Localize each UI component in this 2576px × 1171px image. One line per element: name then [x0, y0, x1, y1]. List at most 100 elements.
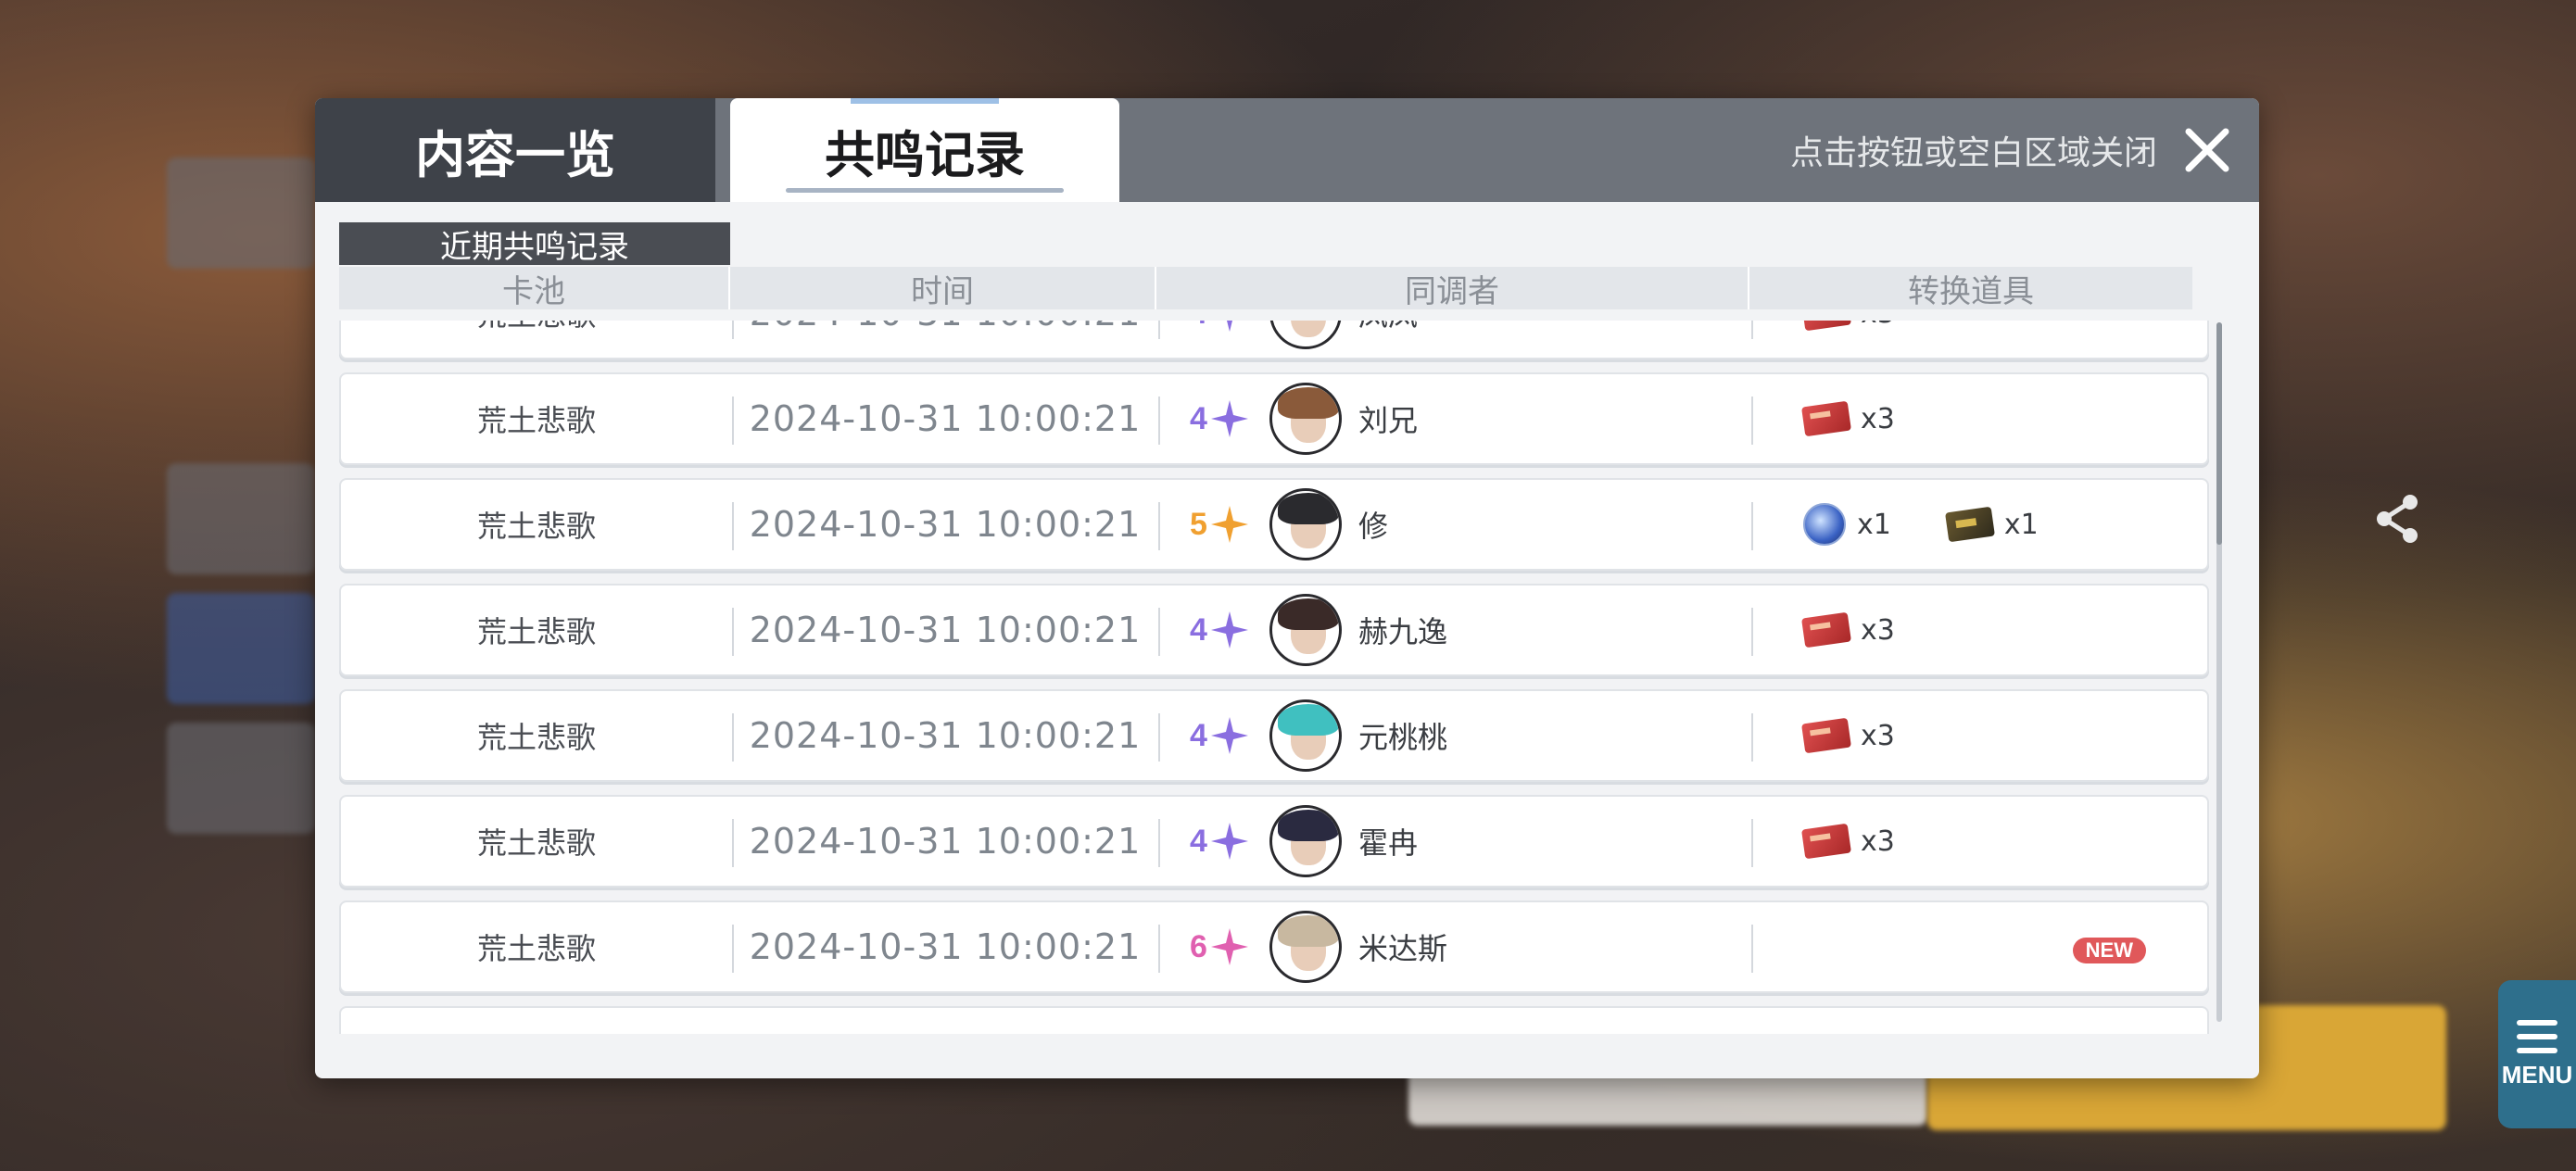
record-time: 2024-10-31 10:00:21 [749, 610, 1142, 650]
pool-name: 荒土悲歌 [476, 509, 596, 544]
rarity-value: 6 [1190, 928, 1207, 964]
red-ticket-icon [1801, 400, 1851, 437]
pool-name: 荒土悲歌 [476, 825, 596, 861]
record-row: 荒土悲歌 2024-10-31 10:00:21 5 修 x1 x1 [339, 478, 2209, 571]
rarity: 4 [1190, 398, 1264, 439]
record-row: 荒土悲歌 2024-10-31 10:00:21 4 元桃桃 x3 [339, 689, 2209, 782]
character-cell: 4 刘兄 [1158, 374, 1751, 463]
background-card [167, 463, 315, 574]
rarity: 5 [1190, 504, 1264, 545]
record-list[interactable]: 荒土悲歌 2024-10-31 10:00:21 4 凤凤 x3 荒土悲歌 20… [339, 321, 2226, 1034]
record-row: 荒土悲歌 2024-10-31 10:00:21 6 米达斯 NEW [339, 900, 2209, 993]
item-quantity: x3 [1861, 825, 1895, 858]
menu-label: MENU [2501, 1060, 2573, 1089]
tab-content-overview[interactable]: 内容一览 [315, 98, 715, 202]
item-quantity: x1 [1857, 508, 1891, 541]
red-ticket-icon [1801, 717, 1851, 754]
avatar [1269, 383, 1342, 455]
avatar [1269, 805, 1342, 877]
column-header-character: 同调者 [1156, 267, 1749, 310]
blue-gem-icon [1803, 503, 1846, 546]
item-quantity: x1 [2003, 508, 2039, 541]
star-icon [1210, 506, 1248, 543]
new-badge: NEW [2072, 938, 2146, 963]
star-icon [1210, 823, 1248, 860]
character-name: 米达斯 [1358, 931, 1448, 966]
character-cell: 4 凤凤 [1158, 321, 1751, 358]
menu-icon [2517, 1019, 2557, 1053]
pool-name: 荒土悲歌 [476, 720, 596, 755]
record-row: 荒土悲歌 2024-10-31 10:00:21 4 凤凤 x3 [339, 321, 2209, 359]
character-cell: 6 米达斯 [1158, 902, 1751, 991]
pool-name: 荒土悲歌 [341, 321, 732, 358]
character-name: 刘兄 [1358, 403, 1419, 438]
star-icon [1210, 400, 1248, 437]
avatar [1269, 488, 1342, 560]
character-cell: 5 修 [1158, 480, 1751, 569]
record-time: 2024-10-31 10:00:21 [749, 926, 1142, 967]
character-name: 修 [1358, 509, 1389, 544]
background-card [167, 593, 315, 704]
background-card [167, 157, 315, 269]
rarity-value: 4 [1190, 823, 1207, 859]
character-name: 霍冉 [1358, 825, 1419, 861]
column-header-time: 时间 [730, 267, 1156, 310]
character-name: 凤凤 [1358, 321, 1418, 334]
resonance-record-dialog: 内容一览 共鸣记录 点击按钮或空白区域关闭 近期共鸣记录 卡池 时间 同调者 转… [315, 98, 2259, 1078]
share-icon[interactable] [2368, 489, 2427, 548]
pool-name: 荒土悲歌 [476, 614, 596, 649]
items-cell: x1 x1 [1751, 480, 2209, 569]
record-time: 2024-10-31 10:00:21 [749, 398, 1142, 439]
tab-underline [786, 188, 1064, 193]
red-ticket-icon [1801, 823, 1851, 860]
items-cell: x3 [1751, 374, 2209, 463]
record-row: 荒土悲歌 2024-10-31 10:00:21 4 赫九逸 x3 [339, 584, 2209, 676]
pool-name: 荒土悲歌 [476, 931, 596, 966]
record-time: 2024-10-31 10:00:21 [732, 321, 1158, 358]
dialog-header: 内容一览 共鸣记录 点击按钮或空白区域关闭 [315, 98, 2259, 202]
character-cell: 4 赫九逸 [1158, 586, 1751, 674]
scrollbar[interactable] [2216, 322, 2222, 1022]
record-time: 2024-10-31 10:00:21 [749, 504, 1142, 545]
rarity: 4 [1190, 821, 1264, 862]
section-label: 近期共鸣记录 [339, 222, 730, 266]
tab-resonance-record[interactable]: 共鸣记录 [730, 98, 1119, 202]
column-header-items: 转换道具 [1908, 272, 2034, 310]
character-cell: 4 元桃桃 [1158, 691, 1751, 780]
menu-button[interactable]: MENU [2498, 980, 2576, 1128]
close-icon[interactable] [2181, 124, 2233, 176]
star-icon [1210, 928, 1248, 965]
item-quantity: x3 [1861, 613, 1895, 647]
character-name: 元桃桃 [1358, 720, 1448, 755]
star-icon [1210, 717, 1248, 754]
rarity: 6 [1190, 926, 1264, 967]
record-time: 2024-10-31 10:00:21 [749, 821, 1142, 862]
rarity: 4 [1190, 610, 1264, 650]
rarity-value: 5 [1190, 506, 1207, 542]
avatar [1269, 911, 1342, 983]
rarity: 4 [1190, 321, 1264, 334]
gold-ticket-icon [1944, 506, 1995, 543]
item-quantity: x3 [1861, 321, 1895, 330]
rarity-value: 4 [1190, 321, 1207, 332]
items-cell: x3 [1751, 691, 2209, 780]
character-cell: 4 霍冉 [1158, 797, 1751, 886]
star-icon [1226, 321, 1232, 332]
rarity-value: 4 [1190, 400, 1207, 436]
tab-active-indicator [851, 98, 999, 104]
scrollbar-thumb[interactable] [2216, 322, 2222, 545]
items-cell: x3 [1751, 321, 2209, 358]
item-quantity: x3 [1861, 719, 1895, 752]
tab-label: 内容一览 [415, 124, 615, 184]
close-hint: 点击按钮或空白区域关闭 [1789, 134, 2157, 172]
items-cell: x3 [1751, 586, 2209, 674]
record-row: 荒土悲歌 2024-10-31 10:00:21 4 霍冉 x3 [339, 795, 2209, 888]
column-header-pool: 卡池 [339, 267, 730, 310]
record-row [339, 1006, 2209, 1034]
rarity-value: 4 [1190, 717, 1207, 753]
avatar [1269, 321, 1342, 349]
items-cell: x3 [1751, 797, 2209, 886]
red-ticket-icon [1801, 611, 1851, 648]
avatar [1269, 699, 1342, 772]
star-icon [1210, 611, 1248, 648]
